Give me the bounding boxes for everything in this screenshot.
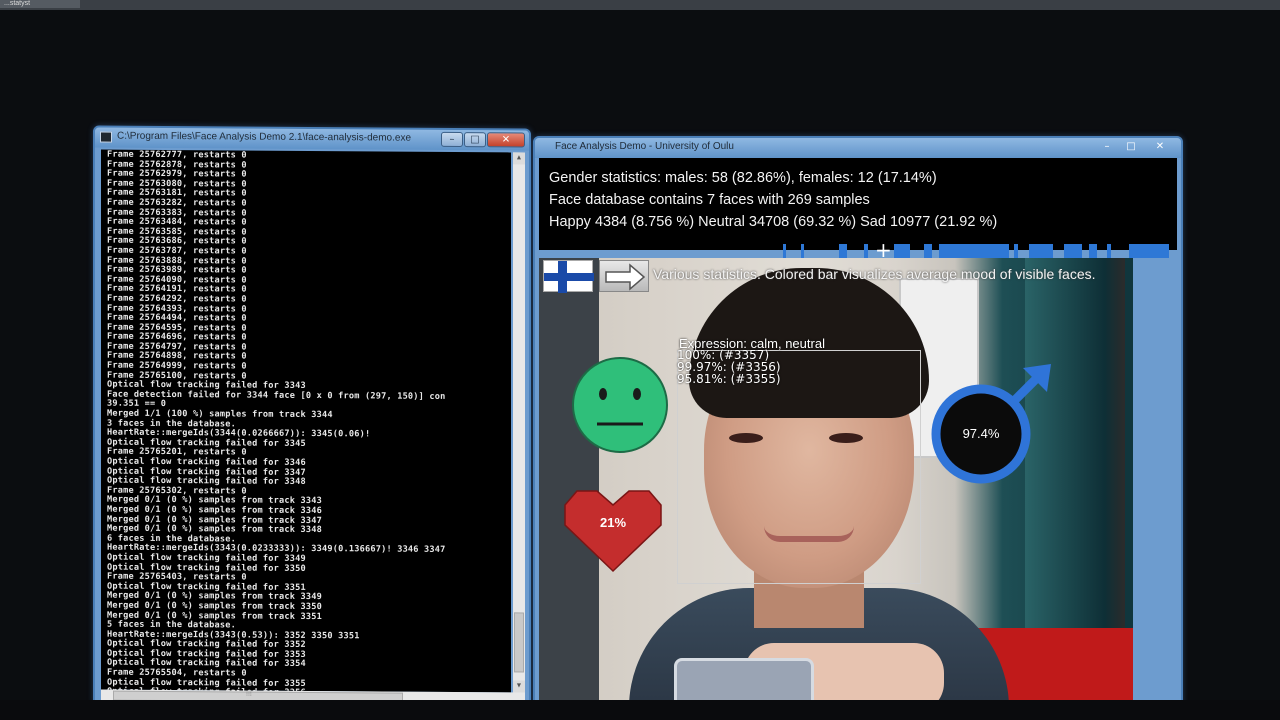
face-analysis-window[interactable]: Face Analysis Demo - University of Oulu …	[533, 136, 1183, 708]
arrow-right-icon	[605, 263, 646, 291]
console-titlebar[interactable]: C:\Program Files\Face Analysis Demo 2.1\…	[95, 127, 529, 151]
heart-rate-indicator: 21%	[563, 483, 663, 573]
statistics-panel: Gender statistics: males: 58 (82.86%), f…	[539, 158, 1177, 250]
maximize-button[interactable]: □	[1119, 140, 1143, 155]
scroll-thumb[interactable]	[514, 612, 524, 673]
close-button[interactable]: ✕	[1145, 140, 1175, 155]
statistics-hint: Various statistics. Colored bar visualiz…	[653, 266, 1096, 282]
console-lines: Frame 25762777, restarts 0 Frame 25762878…	[101, 150, 511, 693]
minimize-button[interactable]: –	[1095, 140, 1119, 155]
scroll-down-icon[interactable]: ▼	[513, 680, 525, 693]
scroll-up-icon[interactable]: ▲	[513, 152, 525, 165]
console-window[interactable]: C:\Program Files\Face Analysis Demo 2.1\…	[93, 125, 531, 707]
monitor-top-strip: ...statyst	[0, 0, 1280, 10]
neutral-face-icon	[572, 357, 668, 453]
person-phone	[674, 658, 814, 706]
legend-strip: Various statistics. Colored bar visualiz…	[539, 258, 1159, 294]
console-output: Frame 25762777, restarts 0 Frame 25762878…	[101, 149, 511, 693]
database-statistics: Face database contains 7 faces with 269 …	[549, 192, 870, 208]
minimize-button[interactable]: –	[441, 131, 463, 148]
close-button[interactable]: ✕	[487, 132, 525, 148]
next-arrow-button[interactable]	[599, 260, 649, 292]
gender-statistics: Gender statistics: males: 58 (82.86%), f…	[549, 170, 937, 186]
heart-value: 21%	[599, 515, 627, 530]
match-3: 95.81%: (#3355)	[677, 372, 781, 386]
gender-indicator: 97.4%	[929, 360, 1059, 490]
monitor-bottom	[0, 700, 1280, 720]
finland-flag-icon[interactable]	[543, 260, 594, 293]
maximize-button[interactable]: □	[464, 132, 486, 148]
gender-value: 97.4%	[962, 426, 1000, 441]
console-title: C:\Program Files\Face Analysis Demo 2.1\…	[117, 130, 412, 144]
console-vertical-scrollbar[interactable]: ▲ ▼	[513, 152, 525, 693]
scroll-grip-icon: ⁞⁞⁞	[246, 690, 252, 698]
taskbar-tag: ...statyst	[0, 0, 80, 8]
face-window-title: Face Analysis Demo - University of Oulu	[555, 141, 734, 152]
console-app-icon	[100, 131, 112, 143]
mood-bar	[539, 244, 1177, 258]
mood-statistics: Happy 4384 (8.756 %) Neutral 34708 (69.3…	[549, 214, 998, 230]
background-door	[539, 258, 599, 706]
male-symbol-icon	[931, 364, 1051, 484]
face-titlebar[interactable]: Face Analysis Demo - University of Oulu …	[535, 138, 1181, 158]
